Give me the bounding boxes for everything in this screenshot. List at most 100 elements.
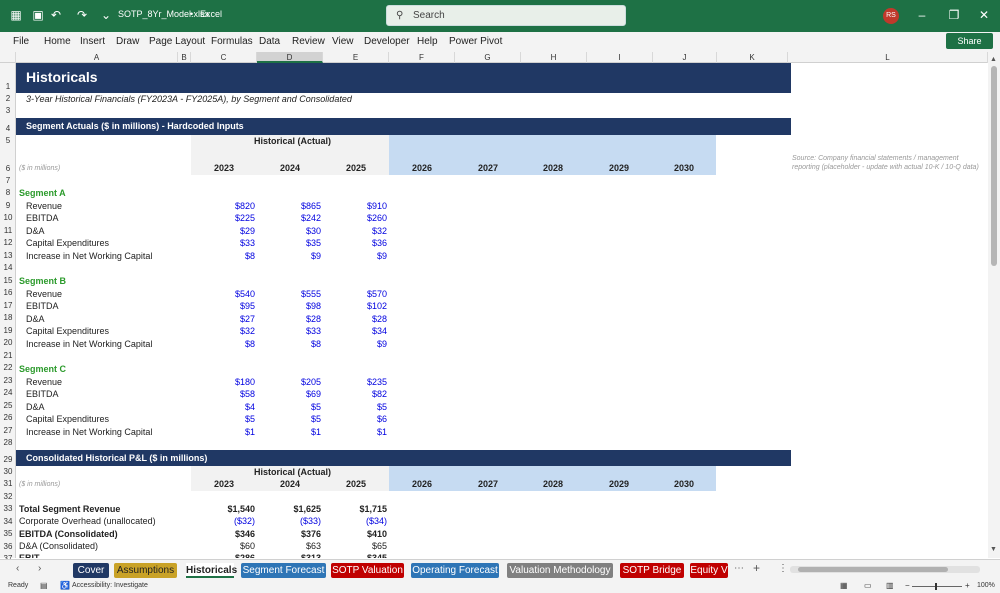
share-button[interactable]: Share	[946, 33, 993, 49]
row-header-30[interactable]: 30	[0, 466, 16, 478]
sheet-tab-valuation-methodology[interactable]: Valuation Methodology	[507, 563, 613, 578]
menu-file[interactable]: File	[13, 36, 29, 47]
column-header-B[interactable]: B	[178, 52, 191, 63]
row-header-22[interactable]: 22	[0, 362, 16, 375]
sheet-tab-cover[interactable]: Cover	[73, 563, 109, 578]
menu-page-layout[interactable]: Page Layout	[149, 36, 205, 47]
row-header-28[interactable]: 28	[0, 437, 16, 450]
scroll-down-icon[interactable]: ▼	[990, 546, 997, 553]
row-header-23[interactable]: 23	[0, 375, 16, 387]
sheet-tab-historicals[interactable]: Historicals	[186, 563, 237, 578]
more-sheets-icon[interactable]: ⋯	[734, 563, 744, 574]
row-header-14[interactable]: 14	[0, 262, 16, 275]
tab-scroll-left-icon[interactable]: ‹	[16, 563, 19, 574]
save-icon[interactable]: ▣	[30, 7, 46, 23]
row-header-15[interactable]: 15	[0, 275, 16, 287]
zoom-slider[interactable]	[912, 586, 962, 587]
page-break-icon[interactable]: ▥	[886, 581, 894, 590]
close-icon[interactable]: ✕	[976, 7, 992, 23]
menu-view[interactable]: View	[332, 36, 354, 47]
menu-home[interactable]: Home	[44, 36, 71, 47]
column-header-K[interactable]: K	[717, 52, 788, 63]
menu-power-pivot[interactable]: Power Pivot	[449, 36, 502, 47]
row-header-12[interactable]: 12	[0, 237, 16, 250]
sheet-tab-operating-forecast[interactable]: Operating Forecast	[411, 563, 499, 578]
zoom-in-icon[interactable]: +	[965, 581, 970, 590]
column-header-I[interactable]: I	[587, 52, 653, 63]
column-header-C[interactable]: C	[191, 52, 257, 63]
column-header-F[interactable]: F	[389, 52, 455, 63]
macro-icon[interactable]: ▤	[40, 581, 48, 590]
row-header-7[interactable]: 7	[0, 175, 16, 187]
sheet-tab-sotp-bridge[interactable]: SOTP Bridge	[620, 563, 684, 578]
column-header-A[interactable]: A	[16, 52, 178, 63]
row-header-18[interactable]: 18	[0, 312, 16, 325]
menu-draw[interactable]: Draw	[116, 36, 139, 47]
search-box[interactable]: ⚲ Search	[386, 5, 626, 26]
row-header-24[interactable]: 24	[0, 387, 16, 400]
row-header-11[interactable]: 11	[0, 225, 16, 237]
customize-toolbar-icon[interactable]: ⌄	[98, 7, 114, 23]
row-header-10[interactable]: 10	[0, 212, 16, 225]
select-all-corner[interactable]	[0, 52, 16, 63]
row-header-34[interactable]: 34	[0, 516, 16, 528]
worksheet-grid[interactable]: Historicals 3-Year Historical Financials…	[16, 63, 988, 558]
row-header-17[interactable]: 17	[0, 300, 16, 312]
sheet-tab-sotp-valuation[interactable]: SOTP Valuation	[331, 563, 404, 578]
column-header-H[interactable]: H	[521, 52, 587, 63]
horizontal-scroll-thumb[interactable]	[798, 567, 948, 572]
zoom-out-icon[interactable]: −	[905, 581, 910, 590]
column-header-J[interactable]: J	[653, 52, 717, 63]
column-header-D[interactable]: D	[257, 52, 323, 63]
horizontal-scrollbar[interactable]	[790, 566, 980, 573]
undo-icon[interactable]: ↶	[48, 7, 64, 23]
row-header-29[interactable]: 29	[0, 450, 16, 466]
accessibility-icon[interactable]: ♿	[60, 581, 70, 590]
row-header-9[interactable]: 9	[0, 200, 16, 212]
sheet-tab-equity-v[interactable]: Equity V	[690, 563, 728, 578]
row-header-27[interactable]: 27	[0, 425, 16, 437]
row-header-20[interactable]: 20	[0, 337, 16, 350]
accessibility-status[interactable]: Accessibility: Investigate	[72, 582, 148, 589]
row-header-4[interactable]: 4	[0, 118, 16, 135]
row-header-33[interactable]: 33	[0, 503, 16, 516]
scroll-up-icon[interactable]: ▲	[990, 56, 997, 63]
vertical-scrollbar[interactable]: ▲ ▼	[988, 52, 1000, 558]
avatar[interactable]: RS	[883, 8, 899, 24]
row-header-6[interactable]: 6	[0, 147, 16, 175]
row-header-3[interactable]: 3	[0, 105, 16, 118]
menu-formulas[interactable]: Formulas	[211, 36, 253, 47]
column-header-E[interactable]: E	[323, 52, 389, 63]
tab-scroll-right-icon[interactable]: ›	[38, 563, 41, 574]
menu-insert[interactable]: Insert	[80, 36, 105, 47]
minimize-icon[interactable]: –	[914, 7, 930, 23]
row-header-32[interactable]: 32	[0, 491, 16, 503]
row-header-2[interactable]: 2	[0, 93, 16, 105]
column-header-G[interactable]: G	[455, 52, 521, 63]
menu-review[interactable]: Review	[292, 36, 325, 47]
row-header-26[interactable]: 26	[0, 412, 16, 425]
sheet-tab-segment-forecast[interactable]: Segment Forecast	[241, 563, 326, 578]
menu-help[interactable]: Help	[417, 36, 438, 47]
add-sheet-icon[interactable]: +	[753, 561, 760, 575]
row-header-25[interactable]: 25	[0, 400, 16, 412]
zoom-level[interactable]: 100%	[977, 582, 995, 589]
column-header-L[interactable]: L	[788, 52, 988, 63]
row-header-36[interactable]: 36	[0, 541, 16, 553]
row-header-5[interactable]: 5	[0, 135, 16, 147]
row-header-1[interactable]: 1	[0, 63, 16, 93]
row-header-35[interactable]: 35	[0, 528, 16, 541]
scroll-thumb[interactable]	[991, 66, 997, 266]
redo-icon[interactable]: ↷	[74, 7, 90, 23]
row-header-19[interactable]: 19	[0, 325, 16, 337]
sheet-options-icon[interactable]: ⋮	[778, 563, 788, 574]
zoom-slider-thumb[interactable]	[935, 583, 937, 590]
menu-developer[interactable]: Developer	[364, 36, 410, 47]
restore-icon[interactable]: ❐	[946, 7, 962, 23]
row-header-16[interactable]: 16	[0, 287, 16, 300]
row-header-21[interactable]: 21	[0, 350, 16, 362]
normal-view-icon[interactable]: ▦	[840, 581, 848, 590]
row-header-13[interactable]: 13	[0, 250, 16, 262]
page-layout-icon[interactable]: ▭	[864, 581, 872, 590]
sheet-tab-assumptions[interactable]: Assumptions	[114, 563, 177, 578]
